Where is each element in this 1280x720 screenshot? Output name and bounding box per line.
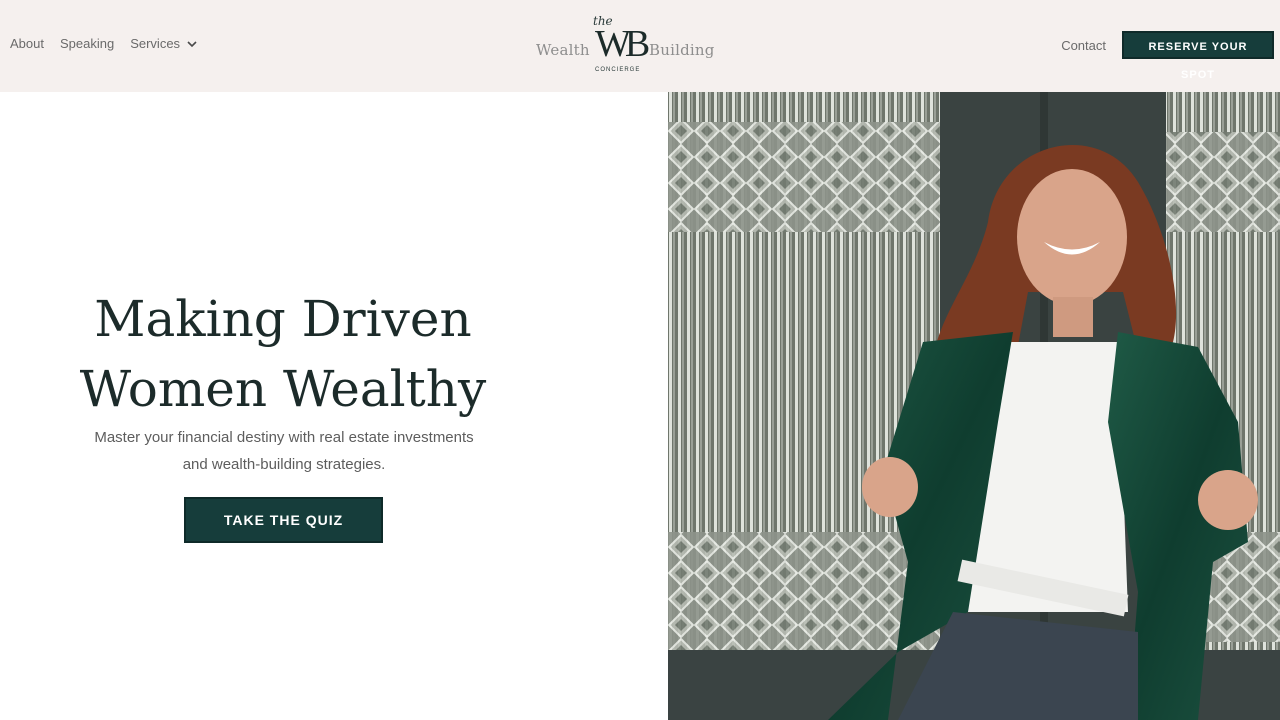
hero-portrait-image	[668, 92, 1280, 720]
hero-title-line-1: Making Driven	[94, 290, 472, 348]
hero-subtitle: Master your financial destiny with real …	[40, 424, 528, 478]
hero-subtitle-line-1: Master your financial destiny with real …	[94, 429, 474, 446]
hero-text-panel: Making Driven Women Wealthy Master your …	[0, 92, 668, 720]
take-the-quiz-button[interactable]: TAKE THE QUIZ	[184, 497, 383, 543]
site-header: About Speaking Services Wealth the WB CO…	[0, 0, 1280, 92]
logo-wb: WB	[595, 23, 650, 65]
hero-title: Making Driven Women Wealthy	[0, 284, 566, 424]
hero-title-line-2: Women Wealthy	[79, 360, 487, 418]
nav-link-contact[interactable]: Contact	[1061, 38, 1106, 53]
nav-link-about[interactable]: About	[10, 36, 44, 51]
hero-subtitle-line-2: and wealth-building strategies.	[182, 456, 386, 473]
nav-link-services[interactable]: Services	[130, 36, 198, 51]
site-logo[interactable]: Wealth the WB CONCIERGE Building	[534, 14, 714, 78]
chevron-down-icon	[187, 40, 197, 47]
nav-link-services-label: Services	[130, 36, 181, 51]
logo-concierge: CONCIERGE	[595, 67, 641, 73]
logo-word-building: Building	[649, 41, 715, 59]
logo-word-wealth: Wealth	[536, 41, 590, 59]
logo-monogram: the WB CONCIERGE	[591, 14, 650, 74]
secondary-nav: Contact RESERVE YOUR SPOT	[1061, 31, 1274, 81]
hero-photo	[668, 92, 1280, 720]
primary-nav: About Speaking Services	[10, 36, 198, 51]
nav-link-speaking[interactable]: Speaking	[60, 36, 114, 51]
reserve-your-spot-button[interactable]: RESERVE YOUR SPOT	[1122, 31, 1274, 81]
